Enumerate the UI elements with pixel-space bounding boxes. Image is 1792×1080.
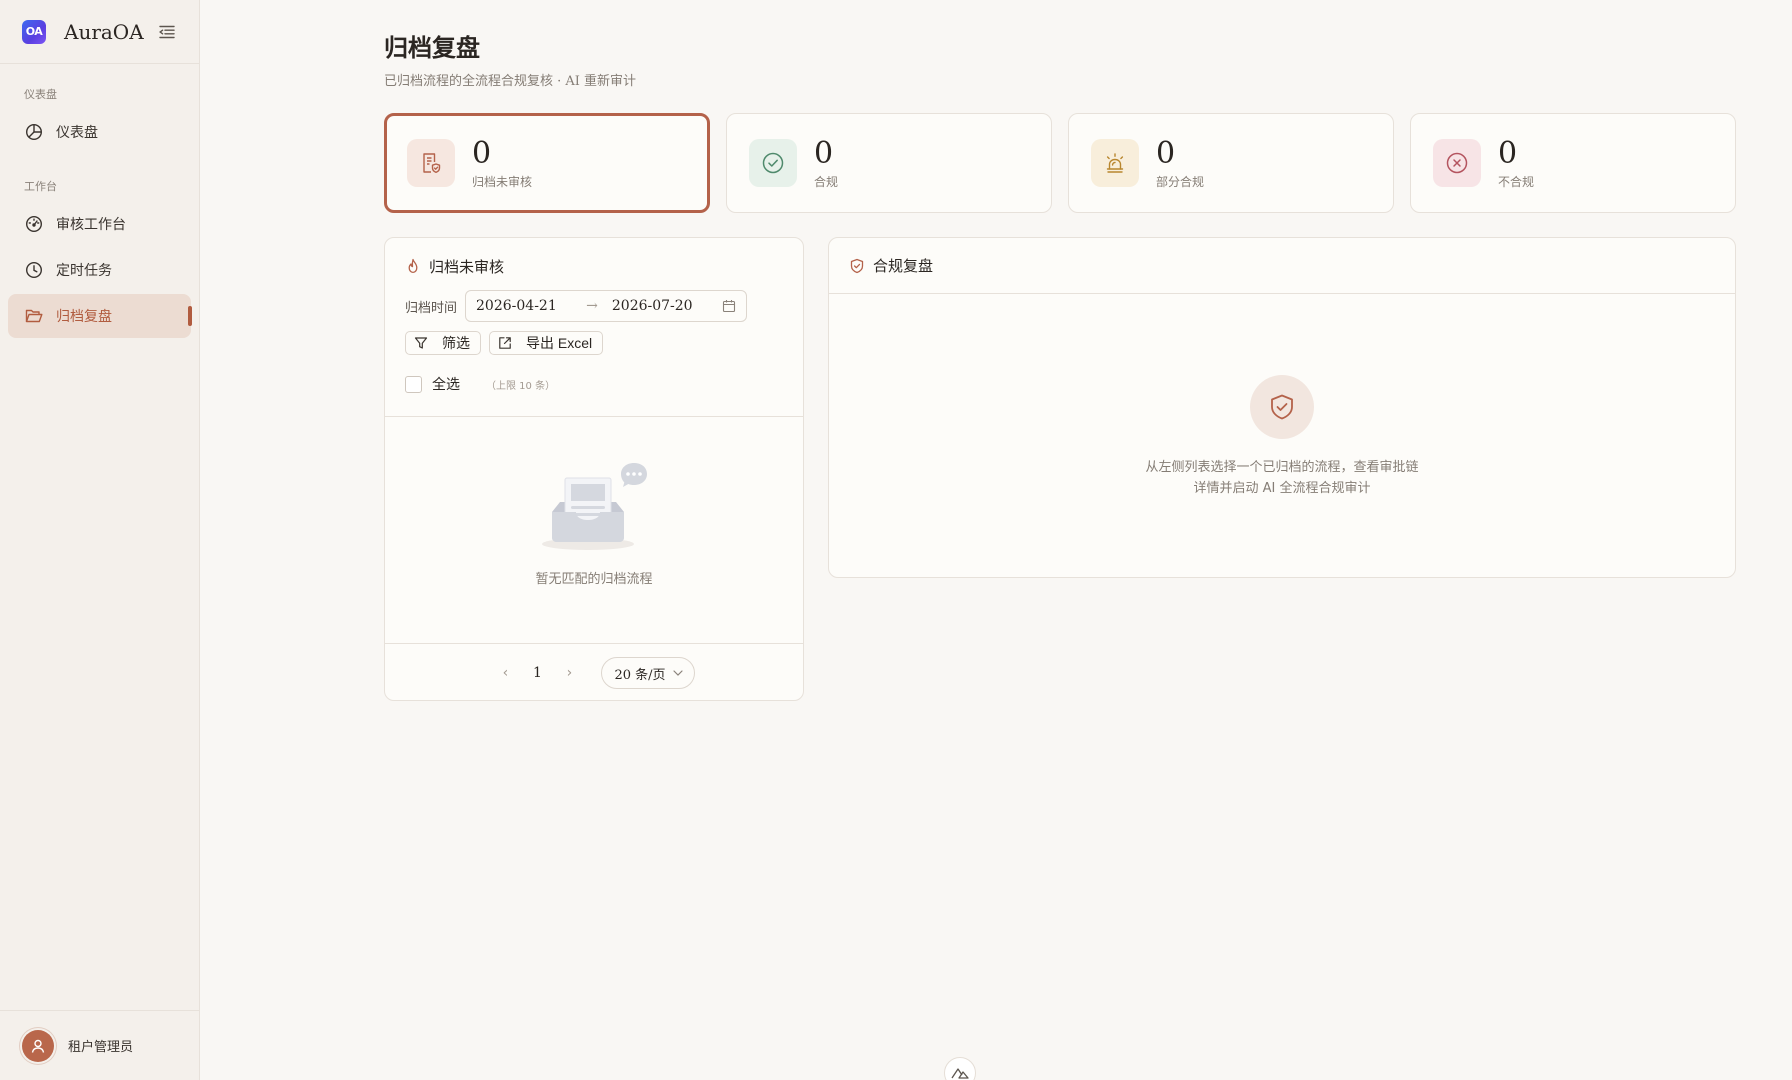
next-page-icon[interactable]: ›: [557, 665, 581, 681]
stats-row: 0 归档未审核 0 合规 0 部分合规 0 不合规: [384, 113, 1792, 213]
empty-text: 从左侧列表选择一个已归档的流程，查看审批链 详情并启动 AI 全流程合规审计: [829, 457, 1735, 499]
stat-label: 不合规: [1498, 174, 1535, 189]
clock-icon: [24, 260, 44, 280]
empty-text-line: 详情并启动 AI 全流程合规审计: [1193, 481, 1371, 496]
close-circle-icon: [1446, 152, 1468, 174]
app-logo: OA: [22, 19, 46, 44]
page-title: 归档复盘: [384, 33, 480, 62]
select-all-row: 全选 （上限 10 条）: [405, 374, 555, 394]
document-shield-icon: [423, 153, 441, 173]
dashboard-gauge-icon: [24, 214, 44, 234]
stat-value: 0: [1498, 135, 1518, 171]
empty-inbox-illustration-icon: [542, 463, 647, 550]
chevron-down-icon: [672, 667, 684, 679]
divider: [385, 643, 803, 644]
filter-icon: [414, 336, 428, 350]
pagination: ‹ 1 › 20 条/页: [385, 657, 803, 689]
export-icon: [498, 336, 512, 350]
page-subtitle: 已归档流程的全流程合规复核 · AI 重新审计: [384, 74, 637, 89]
export-excel-button[interactable]: 导出 Excel: [489, 331, 604, 355]
stat-card-compliant[interactable]: 0 合规: [726, 113, 1052, 213]
filter-label: 归档时间: [405, 300, 458, 316]
compliance-review-panel: 合规复盘 从左侧列表选择一个已归档的流程，查看审批链 详情并启动 AI 全流程合…: [828, 237, 1736, 578]
date-range-picker[interactable]: 2026-04-21 → 2026-07-20: [465, 290, 748, 322]
mountain-logo-icon: [951, 1068, 969, 1079]
select-all-label[interactable]: 全选: [432, 374, 460, 394]
sidebar-item-label: 仪表盘: [56, 125, 98, 141]
user-name: 租户管理员: [68, 1040, 134, 1055]
page-number[interactable]: 1: [517, 665, 557, 681]
nav-group-title: 仪表盘: [24, 88, 57, 101]
sidebar-item-label: 归档复盘: [56, 309, 112, 325]
date-start-input[interactable]: 2026-04-21: [476, 298, 557, 314]
stat-label: 合规: [814, 174, 839, 189]
folder-open-icon: [24, 306, 44, 326]
page-size-value: 20 条/页: [614, 667, 666, 683]
shield-check-icon: [1271, 394, 1293, 420]
date-end-input[interactable]: 2026-07-20: [612, 298, 693, 314]
alarm-bell-icon: [1106, 153, 1124, 173]
floating-devtools-button[interactable]: [944, 1057, 976, 1080]
calendar-icon[interactable]: [722, 299, 736, 313]
stat-value: 0: [1156, 135, 1176, 171]
archive-list-panel: 归档未审核 归档时间 2026-04-21 → 2026-07-20 筛选 导出…: [384, 237, 804, 701]
sidebar: OA AuraOA 仪表盘 仪表盘 工作台 审核工作台 定时任务 归档复盘 租户…: [0, 0, 200, 1080]
stat-card-non-compliant[interactable]: 0 不合规: [1410, 113, 1736, 213]
avatar[interactable]: [22, 1029, 54, 1062]
empty-text-line: 从左侧列表选择一个已归档的流程，查看审批链: [1145, 460, 1419, 475]
filter-button[interactable]: 筛选: [405, 331, 481, 355]
shield-check-icon: [849, 258, 865, 274]
arrow-right-icon: →: [586, 298, 598, 314]
export-button-label: 导出 Excel: [526, 335, 593, 351]
collapse-sidebar-icon[interactable]: [157, 22, 177, 42]
stat-icon-bg: [407, 139, 455, 187]
user-icon: [31, 1039, 45, 1053]
panel-header: 归档未审核: [385, 238, 803, 294]
sidebar-item-archive-review[interactable]: 归档复盘: [8, 294, 192, 338]
divider: [385, 416, 803, 417]
stat-icon-bg: [1091, 139, 1139, 187]
stat-icon-bg: [1433, 139, 1481, 187]
sidebar-item-dashboard[interactable]: 仪表盘: [8, 110, 191, 154]
nav-group-title: 工作台: [24, 180, 57, 193]
sidebar-item-review-workbench[interactable]: 审核工作台: [8, 202, 191, 246]
stat-value: 0: [814, 135, 834, 171]
flame-icon: [405, 258, 421, 274]
prev-page-icon[interactable]: ‹: [493, 665, 517, 681]
sidebar-item-label: 审核工作台: [56, 217, 126, 233]
panel-title: 归档未审核: [429, 257, 505, 276]
select-limit-hint: （上限 10 条）: [486, 380, 556, 392]
main-content: 归档复盘 已归档流程的全流程合规复核 · AI 重新审计 0 归档未审核 0 合…: [200, 0, 1792, 1080]
stat-label: 归档未审核: [472, 174, 533, 189]
empty-state: 从左侧列表选择一个已归档的流程，查看审批链 详情并启动 AI 全流程合规审计: [829, 375, 1735, 499]
brand-bar: OA AuraOA: [0, 0, 199, 64]
stat-card-unreviewed[interactable]: 0 归档未审核: [384, 113, 710, 213]
sidebar-item-scheduled-tasks[interactable]: 定时任务: [8, 248, 191, 292]
stat-card-partially-compliant[interactable]: 0 部分合规: [1068, 113, 1394, 213]
date-filter-row: 归档时间 2026-04-21 → 2026-07-20: [405, 290, 748, 322]
sidebar-item-label: 定时任务: [56, 263, 112, 279]
panel-header: 合规复盘: [829, 238, 1735, 294]
empty-shield-badge: [1250, 375, 1314, 439]
action-buttons: 筛选 导出 Excel: [405, 331, 604, 355]
empty-text: 暂无匹配的归档流程: [535, 572, 653, 587]
panel-title: 合规复盘: [873, 257, 934, 275]
check-circle-icon: [762, 152, 784, 174]
empty-state: 暂无匹配的归档流程: [385, 458, 803, 587]
stat-icon-bg: [749, 139, 797, 187]
stat-value: 0: [472, 135, 492, 171]
app-name: AuraOA: [64, 19, 144, 44]
filter-button-label: 筛选: [442, 335, 470, 351]
select-all-checkbox[interactable]: [405, 375, 422, 393]
user-bar[interactable]: 租户管理员: [0, 1010, 200, 1080]
stat-label: 部分合规: [1156, 174, 1205, 189]
pie-chart-icon: [24, 122, 44, 142]
page-size-select[interactable]: 20 条/页: [601, 657, 695, 689]
